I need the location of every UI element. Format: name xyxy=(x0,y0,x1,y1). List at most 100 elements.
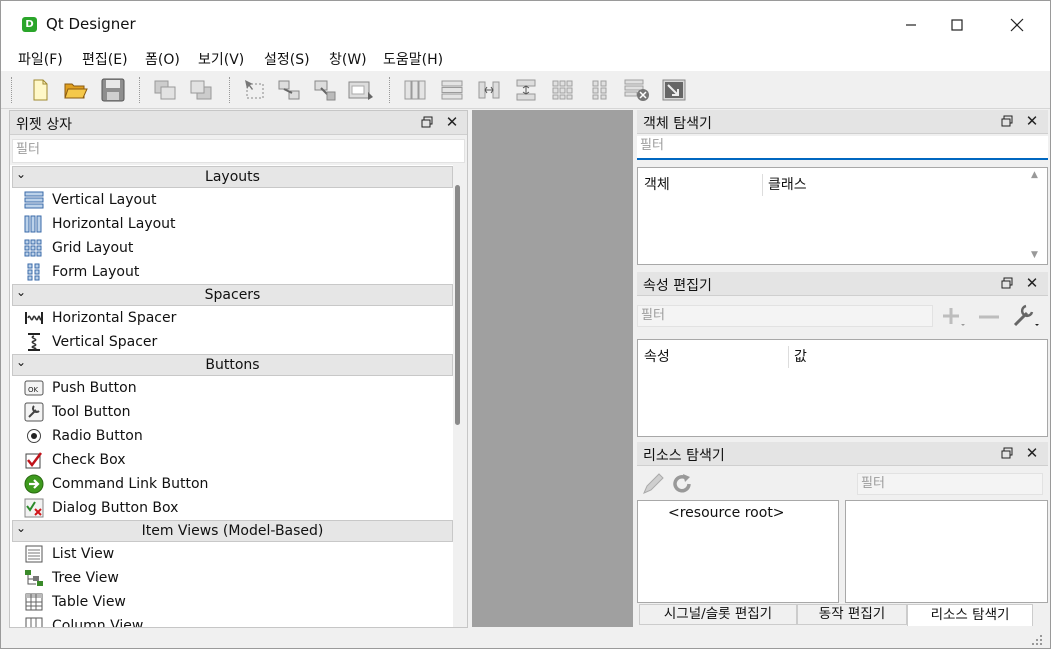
remove-property-button[interactable] xyxy=(976,304,1002,330)
horizontal-spacer-icon xyxy=(24,308,44,328)
mdi-workspace[interactable] xyxy=(472,110,633,627)
widget-item-grid-layout[interactable]: Grid Layout xyxy=(24,236,133,260)
configure-property-editor-button[interactable] xyxy=(1012,302,1042,330)
toolbar-grip[interactable] xyxy=(11,77,13,103)
float-dock-icon[interactable] xyxy=(1001,447,1013,459)
edit-resources-button[interactable] xyxy=(641,472,667,496)
category-buttons[interactable]: ⌄ Buttons xyxy=(12,354,453,376)
tab-resource-browser[interactable]: 리소스 탐색기 xyxy=(907,604,1033,626)
scroll-down-icon[interactable]: ▼ xyxy=(1031,250,1038,260)
property-editor-filter-input[interactable]: 필터 xyxy=(637,305,933,327)
adjust-size-button[interactable] xyxy=(660,76,688,104)
minimize-button[interactable] xyxy=(888,9,934,41)
send-to-back-button[interactable] xyxy=(151,76,179,104)
edit-signals-slots-button[interactable] xyxy=(275,76,303,104)
vertical-spacer-icon xyxy=(24,332,44,352)
close-dock-icon[interactable]: ✕ xyxy=(1024,275,1040,291)
tab-action-editor[interactable]: 동작 편집기 xyxy=(797,604,907,625)
widget-item-table-view[interactable]: Table View xyxy=(24,590,126,614)
reload-resources-button[interactable] xyxy=(670,472,696,496)
column-header-property[interactable]: 속성 xyxy=(644,346,670,366)
layout-splitter-horizontal-button[interactable] xyxy=(475,76,503,104)
edit-widgets-icon xyxy=(245,80,264,99)
object-inspector-filter-input[interactable]: 필터 xyxy=(637,136,1048,160)
svg-text:OK: OK xyxy=(28,386,39,394)
widget-item-command-link-button[interactable]: Command Link Button xyxy=(24,472,208,496)
new-form-button[interactable] xyxy=(26,76,54,104)
category-item-views[interactable]: ⌄ Item Views (Model-Based) xyxy=(12,520,453,542)
resource-root-item[interactable]: <resource root> xyxy=(668,505,785,521)
float-dock-icon[interactable] xyxy=(1001,277,1013,289)
column-header-class[interactable]: 클래스 xyxy=(768,174,807,194)
resource-tree[interactable]: <resource root> xyxy=(637,500,839,603)
widget-item-tree-view[interactable]: Tree View xyxy=(24,566,119,590)
close-button[interactable] xyxy=(994,9,1040,41)
signals-slots-icon xyxy=(278,80,300,100)
category-spacers[interactable]: ⌄ Spacers xyxy=(12,284,453,306)
scroll-up-icon[interactable]: ▲ xyxy=(1031,170,1038,180)
resource-file-list[interactable] xyxy=(845,500,1048,603)
layout-form-button[interactable] xyxy=(586,76,614,104)
menu-view[interactable]: 보기(V) xyxy=(198,49,244,69)
close-dock-icon[interactable]: ✕ xyxy=(444,114,460,130)
widget-item-horizontal-layout[interactable]: Horizontal Layout xyxy=(24,212,176,236)
layout-splitter-vertical-button[interactable] xyxy=(512,76,540,104)
plus-icon xyxy=(943,308,965,326)
object-tree[interactable]: 객체 클래스 ▲ ▼ xyxy=(637,167,1048,265)
open-folder-icon xyxy=(64,83,88,99)
property-table[interactable]: 속성 값 xyxy=(637,339,1048,437)
edit-tab-order-button[interactable] xyxy=(347,76,375,104)
float-dock-icon[interactable] xyxy=(421,116,433,128)
widget-box-filter-input[interactable]: 필터 xyxy=(12,139,465,163)
splitter-vertical-icon xyxy=(516,79,536,101)
scrollbar-thumb[interactable] xyxy=(455,185,460,425)
title-bar: D Qt Designer xyxy=(1,1,1050,47)
column-header-object[interactable]: 객체 xyxy=(644,174,670,194)
category-layouts[interactable]: ⌄ Layouts xyxy=(12,166,453,188)
size-grip-icon[interactable] xyxy=(1031,634,1043,646)
column-header-value[interactable]: 값 xyxy=(794,346,807,366)
tab-signal-slot-editor[interactable]: 시그널/슬롯 편집기 xyxy=(639,604,797,625)
pencil-icon xyxy=(643,473,664,494)
widget-item-check-box[interactable]: Check Box xyxy=(24,448,126,472)
edit-buddies-button[interactable] xyxy=(311,76,339,104)
menu-form[interactable]: 폼(O) xyxy=(145,49,180,69)
bring-to-front-button[interactable] xyxy=(187,76,215,104)
menu-edit[interactable]: 편집(E) xyxy=(82,49,128,69)
widget-item-column-view[interactable]: Column View xyxy=(24,614,143,627)
object-inspector-dock: 객체 탐색기 ✕ 필터 객체 클래스 ▲ ▼ xyxy=(637,110,1048,268)
widget-item-tool-button[interactable]: Tool Button xyxy=(24,400,131,424)
menu-help[interactable]: 도움말(H) xyxy=(383,49,443,69)
tab-order-icon xyxy=(348,81,373,100)
menu-settings[interactable]: 설정(S) xyxy=(264,49,310,69)
resource-browser-filter-input[interactable]: 필터 xyxy=(857,473,1043,495)
menu-file[interactable]: 파일(F) xyxy=(18,49,63,69)
float-dock-icon[interactable] xyxy=(1001,115,1013,127)
maximize-icon xyxy=(951,19,963,31)
widget-item-push-button[interactable]: OK Push Button xyxy=(24,376,137,400)
layout-form-icon xyxy=(592,80,607,100)
widget-item-vertical-spacer[interactable]: Vertical Spacer xyxy=(24,330,157,354)
menu-window[interactable]: 창(W) xyxy=(329,49,367,69)
widget-item-radio-button[interactable]: Radio Button xyxy=(24,424,143,448)
close-dock-icon[interactable]: ✕ xyxy=(1024,113,1040,129)
widget-item-horizontal-spacer[interactable]: Horizontal Spacer xyxy=(24,306,176,330)
layout-vertically-button[interactable] xyxy=(438,76,466,104)
widget-item-form-layout[interactable]: Form Layout xyxy=(24,260,139,284)
widget-item-vertical-layout[interactable]: Vertical Layout xyxy=(24,188,156,212)
layout-grid-button[interactable] xyxy=(549,76,577,104)
edit-widgets-button[interactable] xyxy=(241,76,269,104)
break-layout-button[interactable] xyxy=(623,76,651,104)
widget-item-dialog-button-box[interactable]: Dialog Button Box xyxy=(24,496,178,520)
open-form-button[interactable] xyxy=(62,76,90,104)
minus-icon xyxy=(979,315,999,319)
add-dynamic-property-button[interactable] xyxy=(939,304,969,330)
layout-horizontally-button[interactable] xyxy=(401,76,429,104)
widget-list-scrollbar[interactable] xyxy=(453,165,467,627)
dialog-button-box-icon xyxy=(24,498,44,518)
close-dock-icon[interactable]: ✕ xyxy=(1024,445,1040,461)
widget-item-list-view[interactable]: List View xyxy=(24,542,114,566)
save-form-button[interactable] xyxy=(99,76,127,104)
maximize-button[interactable] xyxy=(934,9,980,41)
vertical-layout-icon xyxy=(24,190,44,210)
